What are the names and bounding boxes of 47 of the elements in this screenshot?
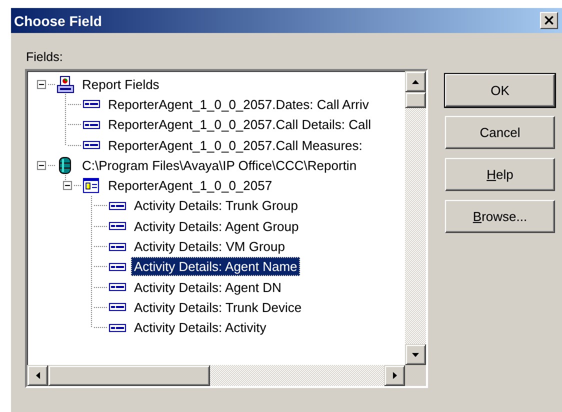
field-icon: [82, 100, 100, 108]
tree-item[interactable]: Report Fields: [79, 74, 162, 94]
scroll-right-button[interactable]: [384, 365, 405, 386]
tree-item[interactable]: ReporterAgent_1_0_0_2057: [105, 176, 276, 196]
field-icon: [108, 283, 126, 292]
tree-item[interactable]: Activity Details: Agent Name: [131, 257, 300, 276]
up-arrow-icon: [412, 80, 419, 84]
field-icon: [108, 222, 126, 230]
field-icon: [108, 324, 126, 332]
close-button[interactable]: ×: [540, 12, 558, 29]
dialog-button[interactable]: Help: [445, 158, 555, 191]
scroll-thumb[interactable]: [48, 365, 210, 386]
database-icon: [59, 156, 71, 174]
dialog-button[interactable]: Browse...: [445, 200, 555, 233]
down-arrow-icon: [412, 352, 419, 356]
field-icon: [82, 141, 100, 150]
scroll-left-button[interactable]: [27, 365, 48, 386]
left-arrow-icon: [36, 372, 40, 379]
tree-item[interactable]: ReporterAgent_1_0_0_2057.Dates: Call Arriv: [105, 94, 372, 114]
tree-item[interactable]: Activity Details: Agent DN: [131, 278, 284, 297]
right-arrow-icon: [392, 372, 396, 379]
tree-item[interactable]: Activity Details: Trunk Device: [131, 298, 305, 317]
tree-item[interactable]: ReporterAgent_1_0_0_2057.Call Details: Call: [105, 115, 374, 134]
report-icon: [56, 76, 74, 93]
scroll-thumb[interactable]: [405, 92, 426, 108]
tree-item[interactable]: C:\Program Files\Avaya\IP Office\CCC\Reportin: [79, 156, 360, 175]
field-icon: [82, 120, 100, 129]
expand-toggle[interactable]: [63, 181, 72, 190]
field-icon: [108, 262, 126, 271]
tree-item[interactable]: Activity Details: VM Group: [131, 237, 288, 256]
dialog-button[interactable]: Cancel: [445, 116, 555, 149]
tree-item[interactable]: Activity Details: Trunk Group: [131, 196, 301, 216]
field-icon: [108, 242, 126, 251]
scroll-up-button[interactable]: [405, 71, 426, 92]
tree-item[interactable]: Activity Details: Agent Group: [131, 216, 302, 236]
scroll-down-button[interactable]: [405, 344, 426, 365]
tree-item[interactable]: Activity Details: Activity: [131, 318, 270, 338]
field-icon: [108, 303, 126, 312]
expand-toggle[interactable]: [37, 160, 46, 170]
field-icon: [108, 202, 126, 210]
table-icon: [83, 178, 99, 194]
fields-label: Fields:: [26, 50, 63, 64]
scrollbar-corner: [405, 365, 426, 386]
ok-button[interactable]: OK: [445, 74, 555, 107]
window-title: Choose Field: [14, 12, 102, 28]
tree-item[interactable]: ReporterAgent_1_0_0_2057.Call Measures:: [105, 136, 366, 155]
expand-toggle[interactable]: [37, 80, 46, 89]
